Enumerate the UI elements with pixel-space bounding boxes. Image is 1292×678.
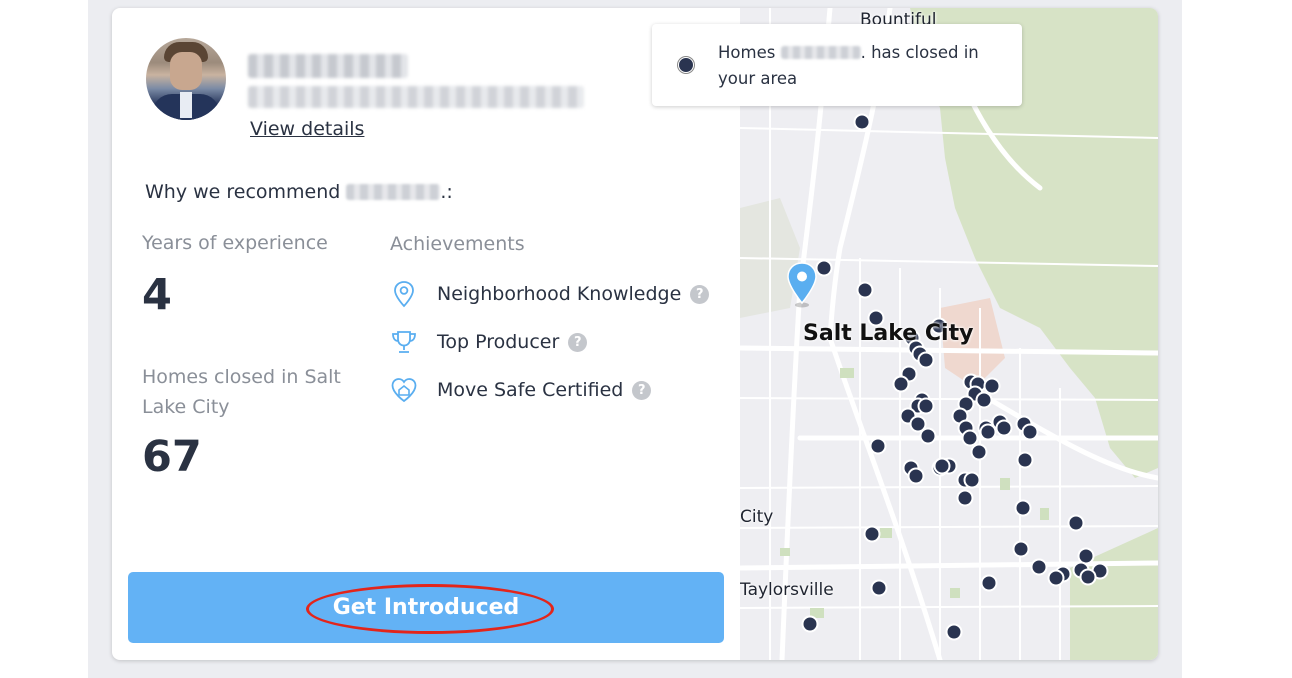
closed-home-dot[interactable] bbox=[1077, 547, 1095, 565]
closed-home-dot[interactable] bbox=[801, 615, 819, 633]
closed-home-dot[interactable] bbox=[1021, 423, 1039, 441]
closed-home-dot[interactable] bbox=[1012, 540, 1030, 558]
closed-home-dot[interactable] bbox=[892, 375, 910, 393]
closed-home-dot[interactable] bbox=[1016, 451, 1034, 469]
why-suffix: .: bbox=[440, 181, 453, 203]
closed-home-dot[interactable] bbox=[1014, 499, 1032, 517]
closed-home-dot[interactable] bbox=[956, 489, 974, 507]
map-label-city: City bbox=[740, 507, 774, 527]
closed-home-dot[interactable] bbox=[907, 467, 925, 485]
achievement-top-producer: Top Producer ? bbox=[390, 327, 588, 357]
trophy-icon bbox=[390, 328, 418, 356]
achievement-move-safe-certified: Move Safe Certified ? bbox=[390, 375, 652, 405]
get-introduced-button[interactable]: Get Introduced bbox=[128, 572, 724, 643]
help-icon[interactable]: ? bbox=[568, 332, 588, 352]
heart-house-icon bbox=[390, 376, 418, 404]
closed-home-dot[interactable] bbox=[983, 377, 1001, 395]
help-icon[interactable]: ? bbox=[632, 380, 652, 400]
closed-home-dot[interactable] bbox=[863, 525, 881, 543]
map-label-salt-lake-city: Salt Lake City bbox=[803, 321, 974, 346]
closed-home-dot[interactable] bbox=[1047, 569, 1065, 587]
achievement-label: Neighborhood Knowledge bbox=[437, 283, 682, 305]
closed-home-dot[interactable] bbox=[1067, 514, 1085, 532]
closed-home-dot[interactable] bbox=[870, 579, 888, 597]
achievement-label: Move Safe Certified bbox=[437, 379, 624, 401]
help-icon[interactable]: ? bbox=[690, 284, 710, 304]
closed-home-dot[interactable] bbox=[1030, 558, 1048, 576]
closed-home-dot[interactable] bbox=[856, 281, 874, 299]
legend-text: Homes . has closed in your area bbox=[718, 40, 1008, 92]
map-legend: Homes . has closed in your area bbox=[652, 24, 1022, 106]
closed-home-dot[interactable] bbox=[869, 437, 887, 455]
map-pin-icon bbox=[390, 280, 418, 308]
closed-home-dot[interactable] bbox=[917, 351, 935, 369]
achievement-neighborhood-knowledge: Neighborhood Knowledge ? bbox=[390, 279, 710, 309]
closed-home-dot[interactable] bbox=[970, 443, 988, 461]
closed-home-dot[interactable] bbox=[980, 574, 998, 592]
closed-home-dot[interactable] bbox=[979, 423, 997, 441]
closed-home-dot[interactable] bbox=[975, 391, 993, 409]
why-we-recommend: Why we recommend .: bbox=[145, 181, 453, 203]
achievements-title: Achievements bbox=[390, 233, 525, 255]
homes-closed-value: 67 bbox=[142, 432, 202, 482]
map-location-pin-icon[interactable] bbox=[786, 262, 818, 308]
years-experience-value: 4 bbox=[142, 270, 172, 320]
agent-name-redacted-legend bbox=[780, 46, 861, 59]
closed-home-dot[interactable] bbox=[1079, 568, 1097, 586]
agent-avatar bbox=[146, 38, 226, 120]
closed-home-dot[interactable] bbox=[963, 471, 981, 489]
agent-brokerage-redacted bbox=[248, 86, 584, 108]
homes-closed-label: Homes closed in Salt Lake City bbox=[142, 366, 341, 418]
closed-home-dot[interactable] bbox=[995, 419, 1013, 437]
closed-home-dot[interactable] bbox=[945, 623, 963, 641]
closed-home-dot[interactable] bbox=[933, 457, 951, 475]
legend-prefix: Homes bbox=[718, 43, 781, 62]
agent-name-redacted-inline bbox=[346, 184, 441, 200]
legend-dot-icon bbox=[678, 57, 694, 73]
map-label-taylorsville: Taylorsville bbox=[740, 580, 834, 600]
closed-home-dot[interactable] bbox=[815, 259, 833, 277]
view-details-link[interactable]: View details bbox=[250, 118, 364, 140]
agent-info-panel: View details Why we recommend .: Years o… bbox=[112, 8, 740, 660]
years-experience-label: Years of experience bbox=[142, 232, 328, 254]
closed-home-dot[interactable] bbox=[919, 427, 937, 445]
closed-home-dot[interactable] bbox=[961, 429, 979, 447]
achievement-label: Top Producer bbox=[437, 331, 560, 353]
why-prefix: Why we recommend bbox=[145, 181, 347, 203]
closed-home-dot[interactable] bbox=[917, 397, 935, 415]
agent-name-redacted bbox=[248, 54, 408, 78]
closed-home-dot[interactable] bbox=[853, 113, 871, 131]
